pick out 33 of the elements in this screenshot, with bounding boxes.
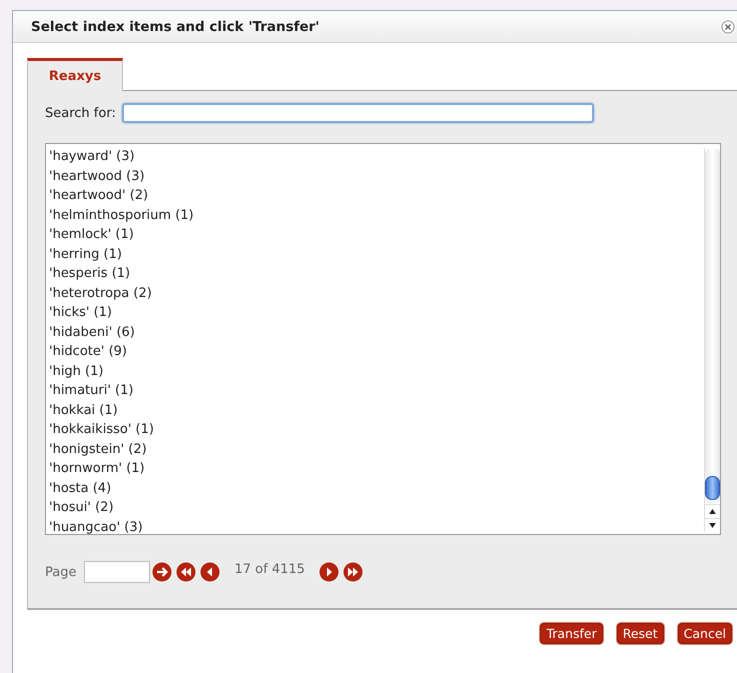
list-item[interactable]: 'hosui' (2) xyxy=(49,498,704,518)
list-item[interactable]: 'hidcote' (9) xyxy=(49,342,704,362)
list-item[interactable]: 'hosta (4) xyxy=(49,478,704,498)
search-field[interactable] xyxy=(122,103,594,123)
list-item[interactable]: 'hidabeni' (6) xyxy=(49,322,704,342)
page-label: Page xyxy=(45,564,76,580)
page-field[interactable] xyxy=(84,561,150,583)
list-item[interactable]: 'huangcao' (3) xyxy=(49,518,704,537)
list-item[interactable]: 'hokkaikisso' (1) xyxy=(49,420,704,440)
list-item[interactable]: 'hemlock' (1) xyxy=(49,225,704,244)
scrollbar-thumb[interactable] xyxy=(705,476,720,500)
list-item[interactable]: 'helminthosporium (1) xyxy=(49,206,704,225)
scrollbar[interactable] xyxy=(704,148,720,532)
list-item[interactable]: 'hokkai (1) xyxy=(49,400,704,420)
action-button[interactable]: Reset xyxy=(616,623,664,644)
search-label: Search for: xyxy=(45,106,116,120)
list-item[interactable]: 'hicks' (1) xyxy=(49,303,704,322)
list-item[interactable]: 'herring (1) xyxy=(49,244,704,264)
list-item[interactable]: 'honigstein' (2) xyxy=(49,440,704,459)
dialog-title: Select index items and click 'Transfer' xyxy=(31,18,320,34)
list-item[interactable]: 'heterotropa (2) xyxy=(49,284,704,303)
list-item[interactable]: 'heartwood (3) xyxy=(49,166,704,186)
action-button[interactable]: Transfer xyxy=(540,623,603,644)
list-item[interactable]: 'hornworm' (1) xyxy=(49,459,704,478)
action-button[interactable]: Cancel xyxy=(678,623,732,644)
list-item[interactable]: 'hayward' (3) xyxy=(49,147,704,166)
page-status: 17 of 4115 xyxy=(234,562,305,576)
list-item[interactable]: 'hesperis (1) xyxy=(49,264,704,284)
tab[interactable]: Reaxys xyxy=(27,58,123,91)
list-item[interactable]: 'high (1) xyxy=(49,362,704,381)
list-item[interactable]: 'heartwood' (2) xyxy=(49,186,704,206)
list-item[interactable]: 'himaturi' (1) xyxy=(49,381,704,400)
close-icon[interactable] xyxy=(721,20,735,34)
